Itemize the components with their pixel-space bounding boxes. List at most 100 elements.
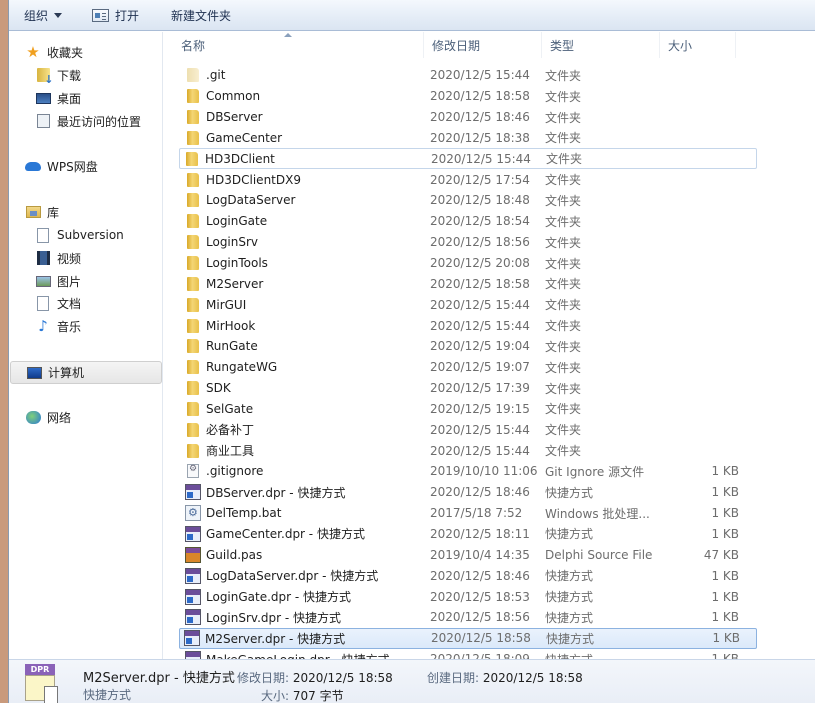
file-row[interactable]: LogDataServer 2020/12/5 18:48 文件夹 xyxy=(164,190,815,211)
file-name: LogDataServer.dpr - 快捷方式 xyxy=(206,569,379,584)
file-row[interactable]: LoginTools 2020/12/5 20:08 文件夹 xyxy=(164,253,815,274)
file-row[interactable]: .gitignore 2019/10/10 11:06 Git Ignore 源文件… xyxy=(164,461,815,482)
batch-file-icon xyxy=(185,505,201,522)
file-row[interactable]: LoginSrv.dpr - 快捷方式 2020/12/5 18:56 快捷方式 1 … xyxy=(164,607,815,628)
details-created: 创建日期: 2020/12/5 18:58 xyxy=(427,669,583,686)
column-type-label: 类型 xyxy=(550,39,575,53)
open-button[interactable]: 打开 xyxy=(85,3,146,27)
nav-libraries[interactable]: 库 xyxy=(25,202,59,222)
file-name: LoginSrv xyxy=(206,235,259,250)
folder-icon xyxy=(187,339,199,354)
file-type: 文件夹 xyxy=(545,256,582,271)
downloads-icon xyxy=(35,67,54,86)
nav-music[interactable]: ♪ 音乐 xyxy=(35,316,81,336)
nav-favorites[interactable]: ★ 收藏夹 xyxy=(25,42,83,62)
new-folder-button[interactable]: 新建文件夹 xyxy=(164,3,238,27)
file-row[interactable]: HD3DClient 2020/12/5 15:44 文件夹 xyxy=(179,148,757,170)
column-header-name[interactable]: 名称 xyxy=(164,32,424,58)
file-name: MirHook xyxy=(206,318,256,333)
file-row[interactable]: 必备补丁 2020/12/5 15:44 文件夹 xyxy=(164,419,815,440)
file-row[interactable]: GameCenter.dpr - 快捷方式 2020/12/5 18:11 快捷方式… xyxy=(164,524,815,545)
file-row[interactable]: M2Server.dpr - 快捷方式 2020/12/5 18:58 快捷方式 1 … xyxy=(179,627,757,649)
file-row[interactable]: RunGate 2020/12/5 19:04 文件夹 xyxy=(164,336,815,357)
file-row[interactable]: SDK 2020/12/5 17:39 文件夹 xyxy=(164,378,815,399)
file-row[interactable]: LoginGate.dpr - 快捷方式 2020/12/5 18:53 快捷方式 1… xyxy=(164,586,815,607)
file-name-cell: RungateWG xyxy=(165,360,427,375)
file-name-cell: DBServer xyxy=(165,110,427,125)
file-name-cell: MirHook xyxy=(165,318,427,333)
file-name-cell: GameCenter xyxy=(165,130,427,145)
nav-documents[interactable]: 文档 xyxy=(35,293,81,313)
file-name: LoginSrv.dpr - 快捷方式 xyxy=(206,610,342,625)
nav-downloads-label: 下载 xyxy=(57,68,82,83)
details-created-label: 创建日期: xyxy=(427,671,480,685)
file-row[interactable]: M2Server 2020/12/5 18:58 文件夹 xyxy=(164,273,815,294)
column-header-size[interactable]: 大小 xyxy=(660,32,736,58)
file-row[interactable]: RungateWG 2020/12/5 19:07 文件夹 xyxy=(164,357,815,378)
nav-desktop[interactable]: 桌面 xyxy=(35,88,81,108)
nav-computer[interactable]: 计算机 xyxy=(10,361,162,384)
file-row[interactable]: HD3DClientDX9 2020/12/5 17:54 文件夹 xyxy=(164,169,815,190)
nav-wps-cloud[interactable]: WPS网盘 xyxy=(25,156,98,176)
file-name-cell: LoginGate xyxy=(165,214,427,229)
file-row[interactable]: DBServer 2020/12/5 18:46 文件夹 xyxy=(164,107,815,128)
folder-icon xyxy=(187,110,199,125)
file-modified-date: 2019/10/10 11:06 xyxy=(430,464,538,479)
details-created-value: 2020/12/5 18:58 xyxy=(482,671,583,685)
file-type: 文件夹 xyxy=(545,173,582,188)
file-name: 商业工具 xyxy=(206,444,255,459)
file-row[interactable]: GameCenter 2020/12/5 18:38 文件夹 xyxy=(164,128,815,149)
column-size-label: 大小 xyxy=(668,39,693,53)
nav-videos[interactable]: 视频 xyxy=(35,248,81,268)
file-row[interactable]: Guild.pas 2019/10/4 14:35 Delphi Source Fi… xyxy=(164,544,815,565)
file-name: LoginTools xyxy=(206,256,268,271)
nav-network-label: 网络 xyxy=(47,410,72,425)
file-list: 名称 修改日期 类型 大小 .git 2020/12/5 15:44 文件夹 Comm… xyxy=(164,32,815,659)
file-row[interactable]: MirHook 2020/12/5 15:44 文件夹 xyxy=(164,315,815,336)
file-modified-date: 2020/12/5 15:44 xyxy=(430,297,530,312)
folder-icon xyxy=(187,130,199,145)
file-name-cell: RunGate xyxy=(165,339,427,354)
file-type: 快捷方式 xyxy=(545,590,594,605)
file-modified-date: 2020/12/5 20:08 xyxy=(430,256,530,271)
file-modified-date: 2020/12/5 18:58 xyxy=(430,89,530,104)
file-row[interactable]: .git 2020/12/5 15:44 文件夹 xyxy=(164,65,815,86)
file-row[interactable]: MakeGameLogin.dpr - 快捷方式 2020/12/5 18:09快… xyxy=(164,649,815,659)
column-header-date[interactable]: 修改日期 xyxy=(424,32,542,58)
file-row[interactable]: MirGUI 2020/12/5 15:44 文件夹 xyxy=(164,294,815,315)
column-header-type[interactable]: 类型 xyxy=(542,32,660,58)
file-name-cell: SDK xyxy=(165,381,427,396)
file-row[interactable]: 商业工具 2020/12/5 15:44 文件夹 xyxy=(164,440,815,461)
nav-music-label: 音乐 xyxy=(57,319,82,334)
nav-recent-places[interactable]: 最近访问的位置 xyxy=(35,111,141,131)
delphi-project-shortcut-icon xyxy=(185,609,201,626)
file-row[interactable]: Common 2020/12/5 18:58 文件夹 xyxy=(164,86,815,107)
nav-computer-label: 计算机 xyxy=(48,366,85,380)
organize-button[interactable]: 组织 xyxy=(17,3,69,27)
nav-libraries-label: 库 xyxy=(47,205,60,220)
network-icon xyxy=(25,409,41,425)
file-name-cell: M2Server.dpr - 快捷方式 xyxy=(180,630,442,647)
nav-pictures[interactable]: 图片 xyxy=(35,271,81,291)
file-row[interactable]: LogDataServer.dpr - 快捷方式 2020/12/5 18:46 快… xyxy=(164,565,815,586)
star-icon: ★ xyxy=(26,43,40,61)
file-row[interactable]: DBServer.dpr - 快捷方式 2020/12/5 18:46 快捷方式 1 … xyxy=(164,482,815,503)
file-type: 快捷方式 xyxy=(545,610,594,625)
file-size: 1 KB xyxy=(712,631,740,646)
file-type: 快捷方式 xyxy=(545,485,594,500)
file-row[interactable]: LoginGate 2020/12/5 18:54 文件夹 xyxy=(164,211,815,232)
file-name: Common xyxy=(206,89,261,104)
file-row[interactable]: LoginSrv 2020/12/5 18:56 文件夹 xyxy=(164,232,815,253)
nav-subversion[interactable]: Subversion xyxy=(35,225,124,245)
file-size: 1 KB xyxy=(711,485,739,500)
file-name-cell: M2Server xyxy=(165,276,427,291)
nav-network[interactable]: 网络 xyxy=(25,407,71,427)
file-name-cell: GameCenter.dpr - 快捷方式 xyxy=(165,525,427,542)
file-name-cell: LoginSrv.dpr - 快捷方式 xyxy=(165,609,427,626)
nav-downloads[interactable]: 下载 xyxy=(35,65,82,86)
folder-icon xyxy=(187,89,199,104)
open-window-icon xyxy=(92,8,110,22)
sort-ascending-icon xyxy=(284,33,292,37)
file-row[interactable]: SelGate 2020/12/5 19:15 文件夹 xyxy=(164,399,815,420)
file-row[interactable]: DelTemp.bat 2017/5/18 7:52 Windows 批处理... 1… xyxy=(164,503,815,524)
